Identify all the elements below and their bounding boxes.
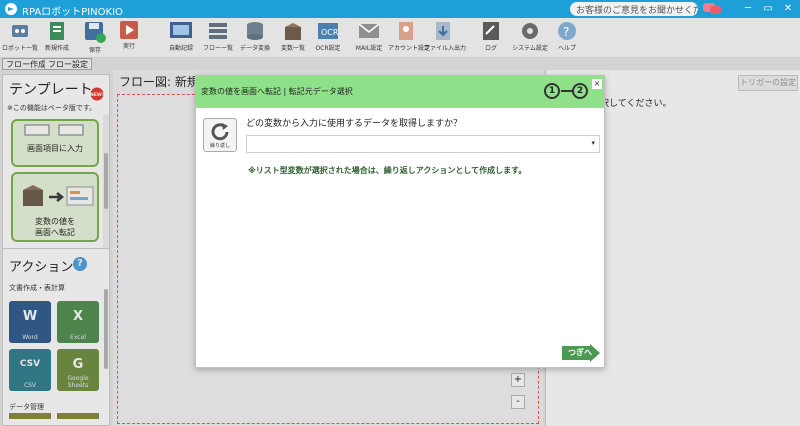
toolbar-label: 保存 <box>88 47 101 54</box>
list-variable-note: ※リスト型変数が選択された場合は、繰り返しアクションとして作成します。 <box>248 166 527 175</box>
auto-record-button[interactable]: 自動記録 <box>166 20 196 56</box>
toolbar-label: システム設定 <box>512 45 548 52</box>
box-icon <box>285 23 301 40</box>
pinokio-logo-icon <box>5 3 17 15</box>
toolbar-label: アカウント設定 <box>388 45 431 52</box>
chevron-down-icon: ▾ <box>591 139 595 147</box>
feedback-chat-icon[interactable] <box>702 2 722 16</box>
toolbar: ロボット一覧 新規作成 保存 実行 自動記録 フロー一覧 データ変換 変数一覧 … <box>0 18 800 58</box>
svg-text:OCR: OCR <box>321 28 339 37</box>
account-settings-button[interactable]: アカウント設定 <box>388 20 431 56</box>
dialog-header: 変数の値を画面へ転記 | 転記元データ選択 1 2 × <box>196 76 604 108</box>
maximize-button[interactable]: ▭ <box>760 2 776 16</box>
account-icon <box>399 22 413 40</box>
close-window-button[interactable]: ✕ <box>780 2 796 16</box>
toolbar-label: 新規作成 <box>44 45 69 52</box>
repeat-button[interactable]: 繰り返し <box>203 118 237 152</box>
play-icon <box>120 21 138 39</box>
toolbar-label: フロー一覧 <box>203 45 234 52</box>
variable-list-button[interactable]: 変数一覧 <box>278 20 308 56</box>
robot-icon <box>12 25 28 37</box>
feedback-link[interactable]: お客様のご意見をお聞かせください <box>570 2 698 16</box>
save-button[interactable]: 保存 <box>80 20 110 56</box>
next-button[interactable]: つぎへ <box>562 344 600 362</box>
gear-icon <box>522 23 538 39</box>
title-bar: RPAロボットPINOKIO お客様のご意見をお聞かせください ─ ▭ ✕ <box>0 0 800 18</box>
variable-question: どの変数から入力に使用するデータを取得しますか？ <box>246 119 463 129</box>
dialog-close-button[interactable]: × <box>592 79 602 89</box>
toolbar-label: ログ <box>484 45 497 52</box>
log-button[interactable]: ログ <box>476 20 506 56</box>
system-settings-button[interactable]: システム設定 <box>512 20 548 56</box>
svg-text:?: ? <box>563 25 569 39</box>
toolbar-label: データ変換 <box>240 45 271 52</box>
toolbar-label: MAIL設定 <box>355 45 383 52</box>
step-2-indicator: 2 <box>572 83 588 99</box>
dialog-title: 変数の値を画面へ転記 | 転記元データ選択 <box>201 87 353 96</box>
flow-list-button[interactable]: フロー一覧 <box>203 20 233 56</box>
toolbar-label: 変数一覧 <box>280 45 305 52</box>
mail-settings-button[interactable]: MAIL設定 <box>352 20 386 56</box>
variable-select[interactable]: ▾ <box>246 135 600 153</box>
transfer-source-dialog: 変数の値を画面へ転記 | 転記元データ選択 1 2 × 繰り返し どの変数から入… <box>195 75 605 368</box>
run-button[interactable]: 実行 <box>116 20 142 56</box>
minimize-button[interactable]: ─ <box>740 2 756 16</box>
toolbar-label: ロボット一覧 <box>2 45 39 52</box>
file-download-icon <box>436 22 450 40</box>
robot-list-button[interactable]: ロボット一覧 <box>2 20 38 56</box>
ocr-icon: OCR <box>318 23 339 39</box>
log-icon <box>483 22 499 40</box>
data-convert-button[interactable]: データ変換 <box>240 20 270 56</box>
file-io-button[interactable]: ファイル入出力 <box>424 20 467 56</box>
help-icon: ? <box>558 22 576 40</box>
step-1-indicator: 1 <box>544 83 560 99</box>
refresh-icon <box>211 123 229 141</box>
ocr-settings-button[interactable]: OCR OCR設定 <box>312 20 344 56</box>
list-icon <box>209 23 227 39</box>
save-icon <box>85 22 106 43</box>
toolbar-label: 実行 <box>122 43 135 50</box>
mail-icon <box>358 23 380 38</box>
help-button[interactable]: ? ヘルプ <box>552 20 582 56</box>
toolbar-label: ファイル入出力 <box>424 45 467 52</box>
new-flow-button[interactable]: 新規作成 <box>42 20 72 56</box>
next-button-label: つぎへ <box>568 348 592 357</box>
toolbar-label: ヘルプ <box>557 45 576 52</box>
app-title: RPAロボットPINOKIO <box>22 7 123 18</box>
record-screen-icon <box>170 22 192 38</box>
new-document-icon <box>50 22 64 40</box>
database-icon <box>247 22 263 40</box>
toolbar-label: 自動記録 <box>168 45 193 52</box>
toolbar-label: OCR設定 <box>315 45 341 52</box>
repeat-label: 繰り返し <box>209 143 230 149</box>
